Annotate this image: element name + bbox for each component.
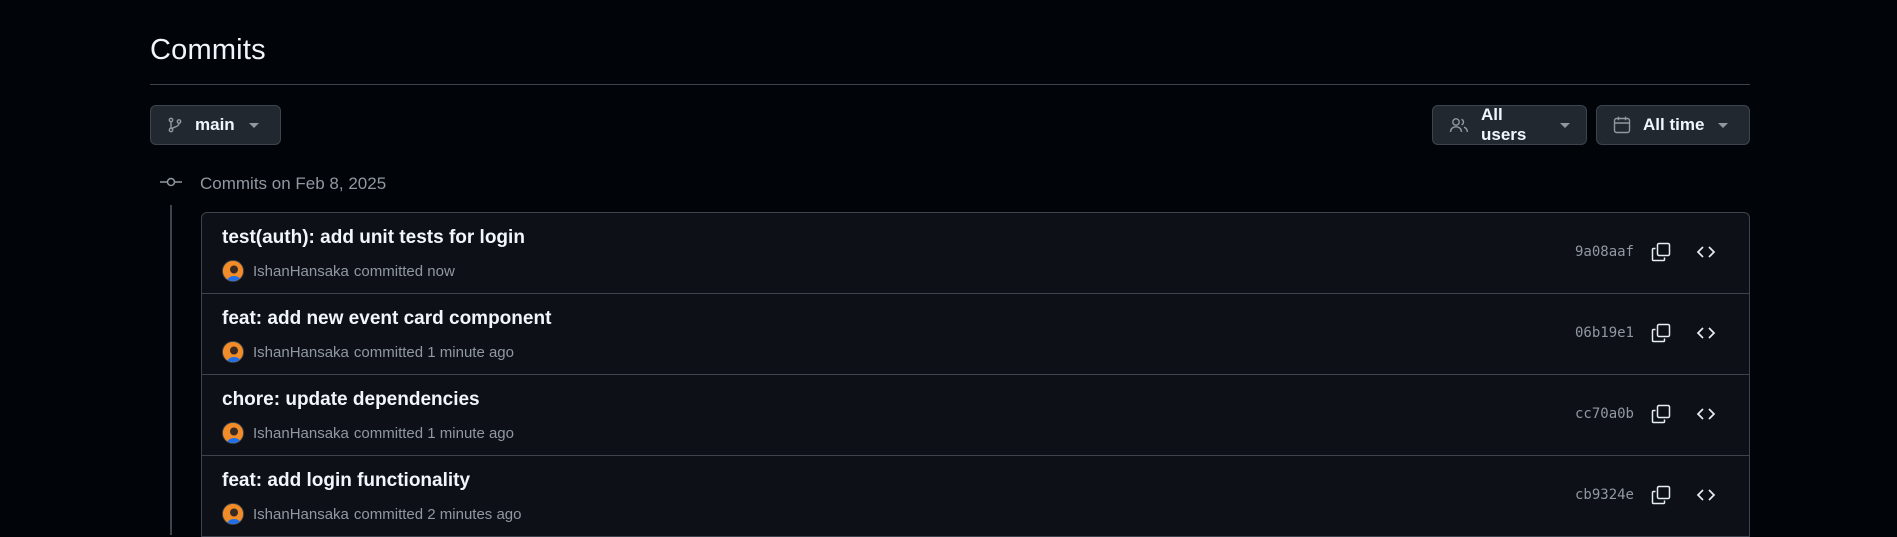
commit-meta: IshanHansaka committed now	[222, 260, 455, 282]
commit-time: committed 1 minute ago	[353, 424, 514, 442]
git-commit-icon	[160, 175, 182, 193]
copy-sha-button[interactable]	[1646, 239, 1676, 269]
title-divider	[150, 84, 1750, 85]
commit-meta: IshanHansaka committed 1 minute ago	[222, 341, 514, 363]
browse-code-button[interactable]	[1691, 401, 1721, 431]
commit-sha[interactable]: 9a08aaf	[1575, 244, 1634, 260]
copy-icon	[1651, 404, 1671, 429]
commit-row: feat: add login functionality IshanHansa…	[202, 456, 1749, 537]
commit-group-header: Commits on Feb 8, 2025	[160, 172, 386, 196]
commit-row: test(auth): add unit tests for login Ish…	[202, 213, 1749, 294]
chevron-down-icon	[1560, 122, 1570, 128]
copy-icon	[1651, 242, 1671, 267]
commits-page: Commits main All users All time Commits …	[150, 0, 1750, 537]
time-filter-label: All time	[1643, 115, 1705, 134]
copy-sha-button[interactable]	[1646, 401, 1676, 431]
commit-group-date: Commits on Feb 8, 2025	[200, 174, 387, 193]
commit-author[interactable]: IshanHansaka	[253, 344, 349, 361]
users-filter-label: All users	[1481, 105, 1527, 144]
commit-sha[interactable]: cc70a0b	[1575, 406, 1634, 422]
page-title: Commits	[150, 34, 266, 66]
commit-author[interactable]: IshanHansaka	[253, 506, 349, 523]
commit-list: test(auth): add unit tests for login Ish…	[201, 212, 1750, 537]
avatar[interactable]	[222, 341, 244, 363]
commit-sha[interactable]: 06b19e1	[1575, 325, 1634, 341]
browse-code-button[interactable]	[1691, 482, 1721, 512]
users-filter-button[interactable]: All users	[1432, 105, 1587, 145]
commit-author[interactable]: IshanHansaka	[253, 263, 349, 280]
browse-code-button[interactable]	[1691, 320, 1721, 350]
commit-time: committed now	[353, 262, 455, 280]
commit-sha[interactable]: cb9324e	[1575, 487, 1634, 503]
commit-title[interactable]: test(auth): add unit tests for login	[222, 227, 525, 249]
commit-row: chore: update dependencies IshanHansaka …	[202, 375, 1749, 456]
commit-time: committed 2 minutes ago	[353, 505, 522, 523]
chevron-down-icon	[1718, 122, 1729, 128]
copy-icon	[1651, 485, 1671, 510]
calendar-icon	[1613, 116, 1631, 134]
people-icon	[1449, 116, 1469, 134]
copy-icon	[1651, 323, 1671, 348]
code-icon	[1696, 325, 1716, 346]
commit-time: committed 1 minute ago	[353, 343, 514, 361]
commit-title[interactable]: feat: add login functionality	[222, 470, 470, 492]
avatar[interactable]	[222, 503, 244, 525]
chevron-down-icon	[248, 122, 259, 128]
avatar[interactable]	[222, 260, 244, 282]
commit-meta: IshanHansaka committed 2 minutes ago	[222, 503, 521, 525]
commit-row: feat: add new event card component Ishan…	[202, 294, 1749, 375]
code-icon	[1696, 244, 1716, 265]
copy-sha-button[interactable]	[1646, 482, 1676, 512]
commit-title[interactable]: chore: update dependencies	[222, 389, 480, 411]
timeline-line	[170, 205, 172, 535]
copy-sha-button[interactable]	[1646, 320, 1676, 350]
branch-selector-button[interactable]: main	[150, 105, 281, 145]
commit-author[interactable]: IshanHansaka	[253, 425, 349, 442]
avatar[interactable]	[222, 422, 244, 444]
browse-code-button[interactable]	[1691, 239, 1721, 269]
git-branch-icon	[167, 117, 183, 133]
commit-meta: IshanHansaka committed 1 minute ago	[222, 422, 514, 444]
commit-title[interactable]: feat: add new event card component	[222, 308, 551, 330]
code-icon	[1696, 406, 1716, 427]
branch-label: main	[195, 115, 235, 134]
code-icon	[1696, 487, 1716, 508]
time-filter-button[interactable]: All time	[1596, 105, 1750, 145]
